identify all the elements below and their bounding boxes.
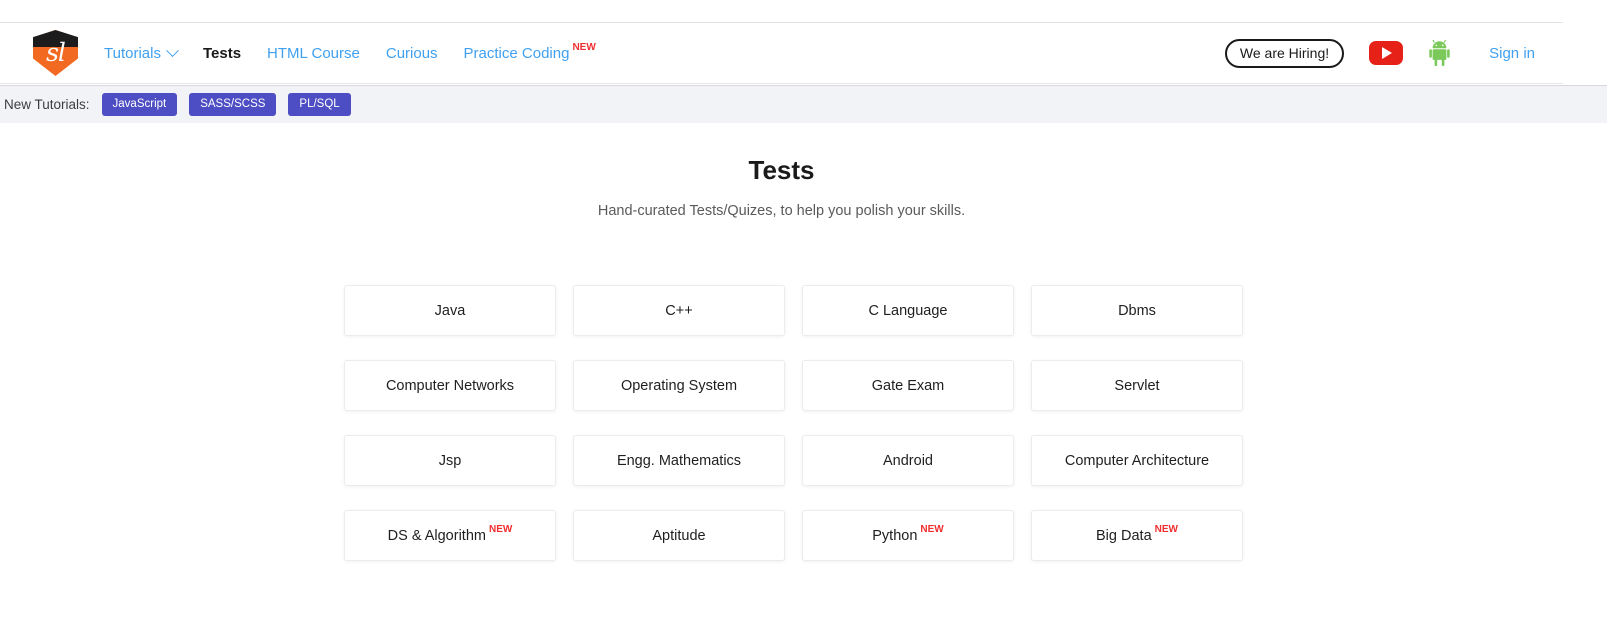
- test-card-label: Engg. Mathematics: [617, 453, 741, 469]
- nav-item-tutorials[interactable]: Tutorials: [104, 45, 177, 62]
- hero-section: Tests Hand-curated Tests/Quizes, to help…: [0, 155, 1563, 219]
- new-badge: NEW: [572, 42, 595, 53]
- test-card[interactable]: Android: [802, 435, 1014, 486]
- tutorial-tag-sass-scss[interactable]: SASS/SCSS: [189, 93, 276, 116]
- test-card-label: C Language: [868, 303, 947, 319]
- main-navbar: sl Tutorials Tests HTML Course Curious P…: [0, 23, 1563, 84]
- test-card-label: Python: [872, 528, 917, 544]
- sign-in-link[interactable]: Sign in: [1489, 45, 1535, 62]
- new-badge: NEW: [489, 524, 512, 535]
- nav-item-html-course[interactable]: HTML Course: [267, 45, 360, 62]
- test-card[interactable]: Aptitude: [573, 510, 785, 561]
- test-card[interactable]: C++: [573, 285, 785, 336]
- test-card-label: Jsp: [439, 453, 462, 469]
- test-card-label: Operating System: [621, 378, 737, 394]
- tests-grid: Java C++ C Language Dbms Computer Networks Op…: [344, 285, 1242, 561]
- chevron-down-icon: [166, 44, 179, 57]
- test-card-label: Servlet: [1114, 378, 1159, 394]
- test-card[interactable]: Operating System: [573, 360, 785, 411]
- test-card-label: C++: [665, 303, 692, 319]
- navbar-right-cluster: We are Hiring!: [1225, 39, 1549, 68]
- new-tutorials-label: New Tutorials:: [4, 97, 90, 112]
- test-card[interactable]: Jsp: [344, 435, 556, 486]
- youtube-icon[interactable]: [1369, 41, 1403, 65]
- page-root: sl Tutorials Tests HTML Course Curious P…: [0, 0, 1610, 622]
- logo-monogram: sl: [33, 38, 78, 68]
- test-card[interactable]: Java: [344, 285, 556, 336]
- nav-item-label: Tutorials: [104, 45, 161, 62]
- test-card[interactable]: Big DataNEW: [1031, 510, 1243, 561]
- test-card[interactable]: PythonNEW: [802, 510, 1014, 561]
- test-card[interactable]: Dbms: [1031, 285, 1243, 336]
- nav-item-label: Curious: [386, 45, 438, 62]
- test-card[interactable]: DS & AlgorithmNEW: [344, 510, 556, 561]
- test-card[interactable]: Computer Architecture: [1031, 435, 1243, 486]
- tutorial-tag-plsql[interactable]: PL/SQL: [288, 93, 350, 116]
- test-card-label: Gate Exam: [872, 378, 945, 394]
- test-card[interactable]: Computer Networks: [344, 360, 556, 411]
- studytonight-logo[interactable]: sl: [33, 30, 78, 76]
- new-badge: NEW: [920, 524, 943, 535]
- tutorial-tag-javascript[interactable]: JavaScript: [102, 93, 178, 116]
- nav-item-practice-coding[interactable]: Practice Coding NEW: [464, 45, 596, 62]
- test-card-label: Java: [435, 303, 466, 319]
- nav-item-tests[interactable]: Tests: [203, 45, 241, 62]
- test-card-label: Big Data: [1096, 528, 1152, 544]
- page-subtitle: Hand-curated Tests/Quizes, to help you p…: [0, 203, 1563, 219]
- android-icon[interactable]: [1429, 39, 1455, 67]
- test-card-label: DS & Algorithm: [388, 528, 486, 544]
- nav-item-label: Practice Coding: [464, 45, 570, 62]
- test-card-label: Android: [883, 453, 933, 469]
- nav-item-label: HTML Course: [267, 45, 360, 62]
- test-card[interactable]: C Language: [802, 285, 1014, 336]
- test-card[interactable]: Gate Exam: [802, 360, 1014, 411]
- new-badge: NEW: [1155, 524, 1178, 535]
- new-tutorials-bar: New Tutorials: JavaScript SASS/SCSS PL/S…: [0, 85, 1607, 123]
- page-title: Tests: [0, 155, 1563, 186]
- nav-item-label: Tests: [203, 45, 241, 62]
- test-card-label: Aptitude: [652, 528, 705, 544]
- we-are-hiring-button[interactable]: We are Hiring!: [1225, 39, 1344, 68]
- test-card-label: Computer Architecture: [1065, 453, 1209, 469]
- nav-item-curious[interactable]: Curious: [386, 45, 438, 62]
- test-card[interactable]: Servlet: [1031, 360, 1243, 411]
- test-card[interactable]: Engg. Mathematics: [573, 435, 785, 486]
- primary-nav: Tutorials Tests HTML Course Curious Prac…: [104, 45, 622, 62]
- test-card-label: Dbms: [1118, 303, 1156, 319]
- test-card-label: Computer Networks: [386, 378, 514, 394]
